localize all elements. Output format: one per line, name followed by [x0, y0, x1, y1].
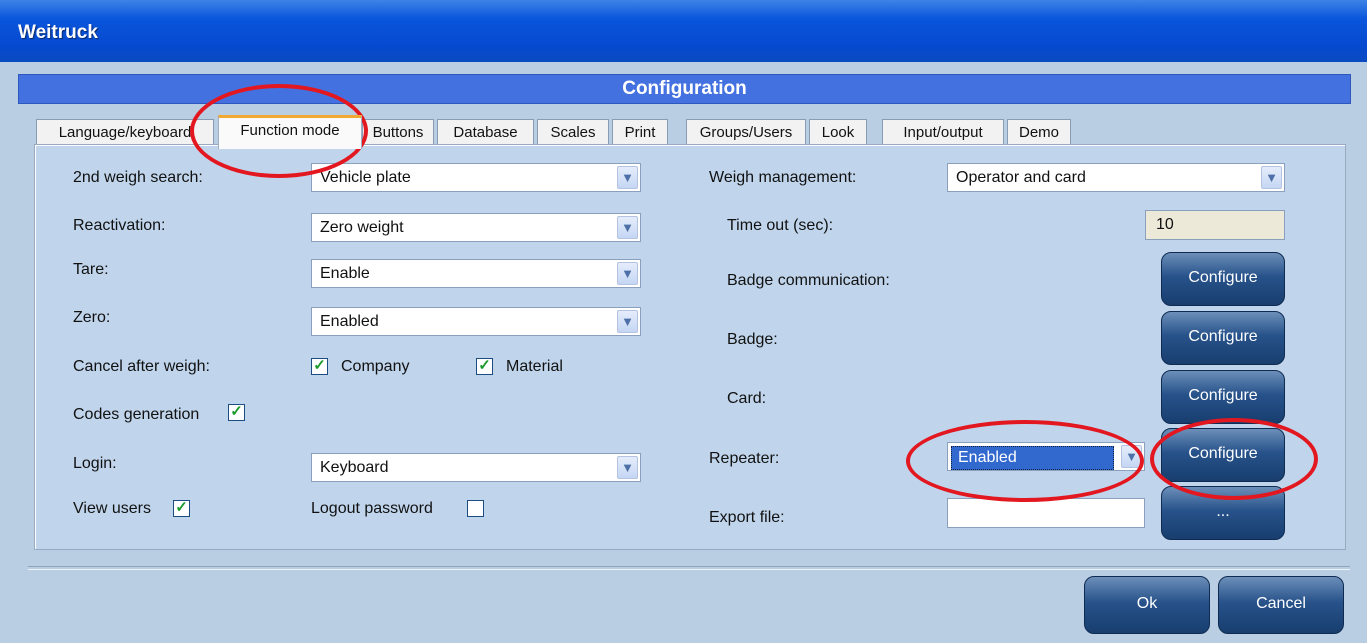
- weigh-management-value: Operator and card: [956, 169, 1086, 186]
- tab-print[interactable]: Print: [612, 119, 668, 145]
- ok-button[interactable]: Ok: [1084, 576, 1210, 634]
- export-file-input[interactable]: [947, 498, 1145, 528]
- zero-label: Zero:: [73, 309, 111, 326]
- login-value: Keyboard: [320, 459, 389, 476]
- window-body: Configuration Language/keyboard Function…: [6, 62, 1361, 643]
- login-select[interactable]: Keyboard ▼: [311, 453, 641, 482]
- reactivation-label: Reactivation:: [73, 217, 166, 234]
- tab-buttons[interactable]: Buttons: [362, 119, 434, 145]
- tare-label: Tare:: [73, 261, 109, 278]
- function-mode-panel: 2nd weigh search: Vehicle plate ▼ Reacti…: [34, 144, 1346, 550]
- title-bar: Weitruck: [0, 0, 1367, 62]
- chevron-down-icon[interactable]: ▼: [1121, 445, 1142, 468]
- tab-language-keyboard[interactable]: Language/keyboard: [36, 119, 214, 145]
- badge-label: Badge:: [727, 331, 778, 348]
- chevron-down-icon[interactable]: ▼: [617, 166, 638, 189]
- material-label: Material: [506, 358, 563, 375]
- zero-select[interactable]: Enabled ▼: [311, 307, 641, 336]
- codes-generation-checkbox[interactable]: ✓: [228, 404, 245, 421]
- footer-divider: [28, 566, 1350, 570]
- tab-input-output[interactable]: Input/output: [882, 119, 1004, 145]
- repeater-configure-button[interactable]: Configure: [1161, 428, 1285, 482]
- badge-configure-button[interactable]: Configure: [1161, 311, 1285, 365]
- reactivation-value: Zero weight: [320, 219, 404, 236]
- tab-demo[interactable]: Demo: [1007, 119, 1071, 145]
- export-file-label: Export file:: [709, 509, 785, 526]
- badge-communication-label: Badge communication:: [727, 272, 890, 289]
- export-file-browse-button[interactable]: ...: [1161, 486, 1285, 540]
- chevron-down-icon[interactable]: ▼: [617, 262, 638, 285]
- card-configure-button[interactable]: Configure: [1161, 370, 1285, 424]
- tab-scales[interactable]: Scales: [537, 119, 609, 145]
- tab-database[interactable]: Database: [437, 119, 534, 145]
- chevron-down-icon[interactable]: ▼: [617, 216, 638, 239]
- tare-select[interactable]: Enable ▼: [311, 259, 641, 288]
- tab-groups-users[interactable]: Groups/Users: [686, 119, 806, 145]
- reactivation-select[interactable]: Zero weight ▼: [311, 213, 641, 242]
- repeater-value: Enabled: [951, 446, 1114, 470]
- logout-password-checkbox[interactable]: [467, 500, 484, 517]
- weigh-management-label: Weigh management:: [709, 169, 857, 186]
- time-out-field[interactable]: 10: [1145, 210, 1285, 240]
- login-label: Login:: [73, 455, 117, 472]
- page-title: Configuration: [18, 74, 1351, 104]
- time-out-value: 10: [1156, 216, 1174, 233]
- window-title: Weitruck: [18, 22, 98, 43]
- second-weigh-search-value: Vehicle plate: [320, 169, 411, 186]
- view-users-label: View users: [73, 500, 151, 517]
- codes-generation-label: Codes generation: [73, 406, 200, 423]
- weigh-management-select[interactable]: Operator and card ▼: [947, 163, 1285, 192]
- repeater-select[interactable]: Enabled ▼: [947, 442, 1145, 471]
- badge-communication-configure-button[interactable]: Configure: [1161, 252, 1285, 306]
- cancel-after-weigh-label: Cancel after weigh:: [73, 358, 210, 375]
- view-users-checkbox[interactable]: ✓: [173, 500, 190, 517]
- chevron-down-icon[interactable]: ▼: [617, 456, 638, 479]
- cancel-button[interactable]: Cancel: [1218, 576, 1344, 634]
- card-label: Card:: [727, 390, 767, 407]
- tab-function-mode[interactable]: Function mode: [218, 115, 362, 149]
- tare-value: Enable: [320, 265, 370, 282]
- second-weigh-search-label: 2nd weigh search:: [73, 169, 203, 186]
- chevron-down-icon[interactable]: ▼: [1261, 166, 1282, 189]
- company-checkbox[interactable]: ✓: [311, 358, 328, 375]
- tab-look[interactable]: Look: [809, 119, 867, 145]
- chevron-down-icon[interactable]: ▼: [617, 310, 638, 333]
- second-weigh-search-select[interactable]: Vehicle plate ▼: [311, 163, 641, 192]
- zero-value: Enabled: [320, 313, 379, 330]
- logout-password-label: Logout password: [311, 500, 433, 517]
- company-label: Company: [341, 358, 410, 375]
- time-out-label: Time out (sec):: [727, 217, 834, 234]
- material-checkbox[interactable]: ✓: [476, 358, 493, 375]
- repeater-label: Repeater:: [709, 450, 780, 467]
